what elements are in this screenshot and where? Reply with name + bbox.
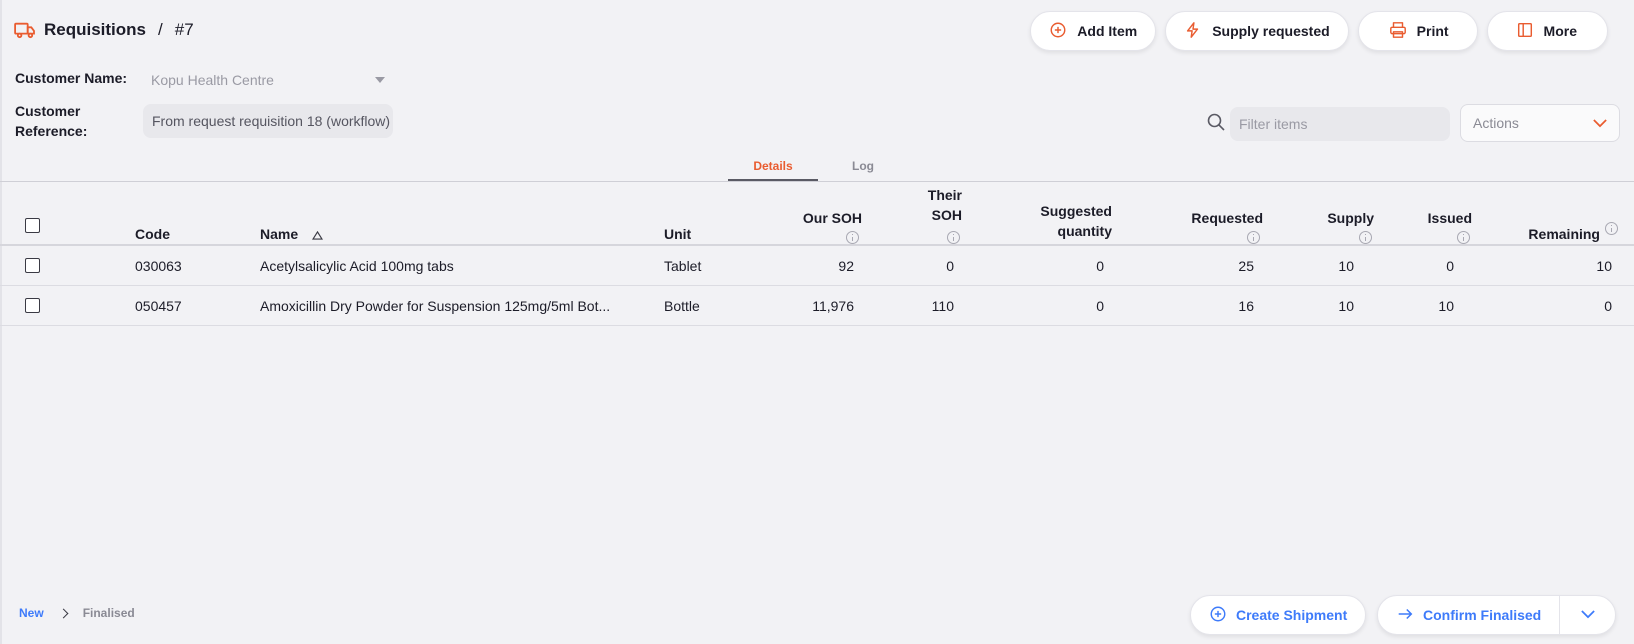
items-table: Code Name Unit Our SOH Their SOH Suggest…: [0, 182, 1634, 326]
column-header-our-soh-label: Our SOH: [802, 210, 862, 226]
column-header-our-soh[interactable]: Our SOH: [780, 208, 862, 228]
column-header-unit[interactable]: Unit: [664, 224, 691, 244]
dropdown-arrow-icon: [375, 77, 385, 83]
customer-name-label: Customer Name:: [15, 70, 128, 86]
table-row[interactable]: 050457 Amoxicillin Dry Powder for Suspen…: [0, 286, 1634, 326]
info-icon[interactable]: [947, 231, 960, 244]
create-shipment-label: Create Shipment: [1236, 607, 1348, 623]
supply-requested-label: Supply requested: [1212, 23, 1330, 39]
sort-ascending-icon: [311, 225, 324, 245]
cell-their-soh: 0: [946, 258, 954, 274]
column-header-their-soh[interactable]: Their SOH: [880, 185, 962, 225]
more-button[interactable]: More: [1486, 11, 1608, 51]
cell-requested: 16: [1238, 298, 1254, 314]
cell-suggested: 0: [1096, 258, 1104, 274]
status-sequence: New Finalised: [19, 606, 135, 620]
customer-reference-label-line2: Reference:: [15, 123, 88, 139]
breadcrumb: Requisitions / #7: [14, 20, 194, 40]
column-header-code[interactable]: Code: [135, 224, 170, 244]
print-label: Print: [1416, 23, 1449, 39]
cell-suggested: 0: [1096, 298, 1104, 314]
customer-name-select[interactable]: Kopu Health Centre: [143, 68, 393, 92]
filter-wrap: Filter items: [1206, 107, 1450, 141]
cell-our-soh: 92: [838, 258, 854, 274]
info-icon[interactable]: [846, 231, 859, 244]
column-header-suggested-line1: Suggested: [1040, 203, 1112, 219]
top-toolbar: Add Item Supply requested Print More: [1030, 11, 1608, 51]
tab-details[interactable]: Details: [728, 150, 818, 181]
plus-circle-icon: [1209, 605, 1227, 626]
table-header: Code Name Unit Our SOH Their SOH Suggest…: [0, 182, 1634, 246]
requisition-number: #7: [174, 20, 194, 39]
supply-requested-button[interactable]: Supply requested: [1165, 11, 1349, 51]
chevron-down-icon: [1593, 115, 1607, 131]
row-checkbox[interactable]: [25, 258, 40, 273]
column-header-supply[interactable]: Supply: [1280, 208, 1374, 228]
info-icon[interactable]: [1359, 231, 1372, 244]
info-icon[interactable]: [1605, 222, 1618, 235]
cell-our-soh: 11,976: [812, 298, 854, 314]
breadcrumb-requisitions-link[interactable]: Requisitions: [44, 20, 146, 40]
cell-name: Acetylsalicylic Acid 100mg tabs: [260, 258, 454, 274]
confirm-finalised-button[interactable]: Confirm Finalised: [1378, 596, 1561, 634]
cell-code: 050457: [135, 298, 182, 314]
cell-remaining: 10: [1596, 258, 1612, 274]
cell-unit: Bottle: [664, 298, 700, 314]
filter-items-input[interactable]: Filter items: [1230, 107, 1450, 141]
select-all-checkbox[interactable]: [25, 218, 40, 233]
cell-issued: 10: [1438, 298, 1454, 314]
confirm-options-dropdown[interactable]: [1560, 596, 1615, 634]
column-header-suggested-line2: quantity: [1057, 223, 1112, 239]
status-new: New: [19, 606, 44, 620]
cell-supply: 10: [1338, 298, 1354, 314]
column-header-issued[interactable]: Issued: [1390, 208, 1472, 228]
actions-label: Actions: [1473, 115, 1519, 131]
lightning-icon: [1184, 21, 1202, 42]
add-item-label: Add Item: [1077, 23, 1138, 39]
chevron-right-icon: [58, 608, 69, 618]
tabs: Details Log: [728, 150, 908, 181]
column-header-name[interactable]: Name: [260, 224, 324, 245]
cell-remaining: 0: [1604, 298, 1612, 314]
column-header-remaining[interactable]: Remaining: [1480, 224, 1600, 244]
printer-icon: [1389, 21, 1407, 42]
cell-code: 030063: [135, 258, 182, 274]
cell-name: Amoxicillin Dry Powder for Suspension 12…: [260, 298, 611, 314]
actions-dropdown[interactable]: Actions: [1460, 104, 1620, 142]
plus-circle-icon: [1049, 21, 1067, 42]
more-label: More: [1543, 23, 1577, 39]
customer-reference-label: Customer Reference:: [15, 101, 87, 141]
column-header-name-label: Name: [260, 226, 299, 242]
page: Requisitions / #7 Add Item Supply reques…: [0, 0, 1634, 644]
status-finalised: Finalised: [82, 606, 135, 620]
arrow-right-icon: [1396, 605, 1414, 626]
column-header-requested[interactable]: Requested: [1150, 208, 1263, 228]
customer-reference-input[interactable]: From request requisition 18 (workflow): [143, 104, 393, 138]
info-icon[interactable]: [1457, 231, 1470, 244]
search-icon: [1206, 112, 1226, 137]
column-header-their-soh-line1: Their: [927, 187, 962, 203]
row-checkbox[interactable]: [25, 298, 40, 313]
column-header-suggested-quantity[interactable]: Suggested quantity: [1000, 201, 1112, 241]
cell-their-soh: 110: [931, 298, 954, 314]
add-item-button[interactable]: Add Item: [1030, 11, 1157, 51]
create-shipment-button[interactable]: Create Shipment: [1190, 595, 1367, 635]
confirm-finalised-split-button: Confirm Finalised: [1377, 595, 1616, 635]
cell-unit: Tablet: [664, 258, 702, 274]
confirm-finalised-label: Confirm Finalised: [1423, 607, 1542, 623]
table-row[interactable]: 030063 Acetylsalicylic Acid 100mg tabs T…: [0, 246, 1634, 286]
cell-issued: 0: [1446, 258, 1454, 274]
column-header-their-soh-line2: SOH: [931, 207, 962, 223]
cell-requested: 25: [1238, 258, 1254, 274]
chevron-down-icon: [1580, 606, 1595, 624]
breadcrumb-separator: /: [158, 20, 163, 39]
customer-reference-label-line1: Customer: [15, 103, 81, 119]
truck-icon: [14, 21, 36, 39]
customer-name-value: Kopu Health Centre: [151, 72, 274, 88]
info-icon[interactable]: [1247, 231, 1260, 244]
print-button[interactable]: Print: [1357, 11, 1478, 51]
tab-log[interactable]: Log: [818, 150, 908, 181]
sidebar-panel-icon: [1516, 21, 1534, 42]
cell-supply: 10: [1338, 258, 1354, 274]
